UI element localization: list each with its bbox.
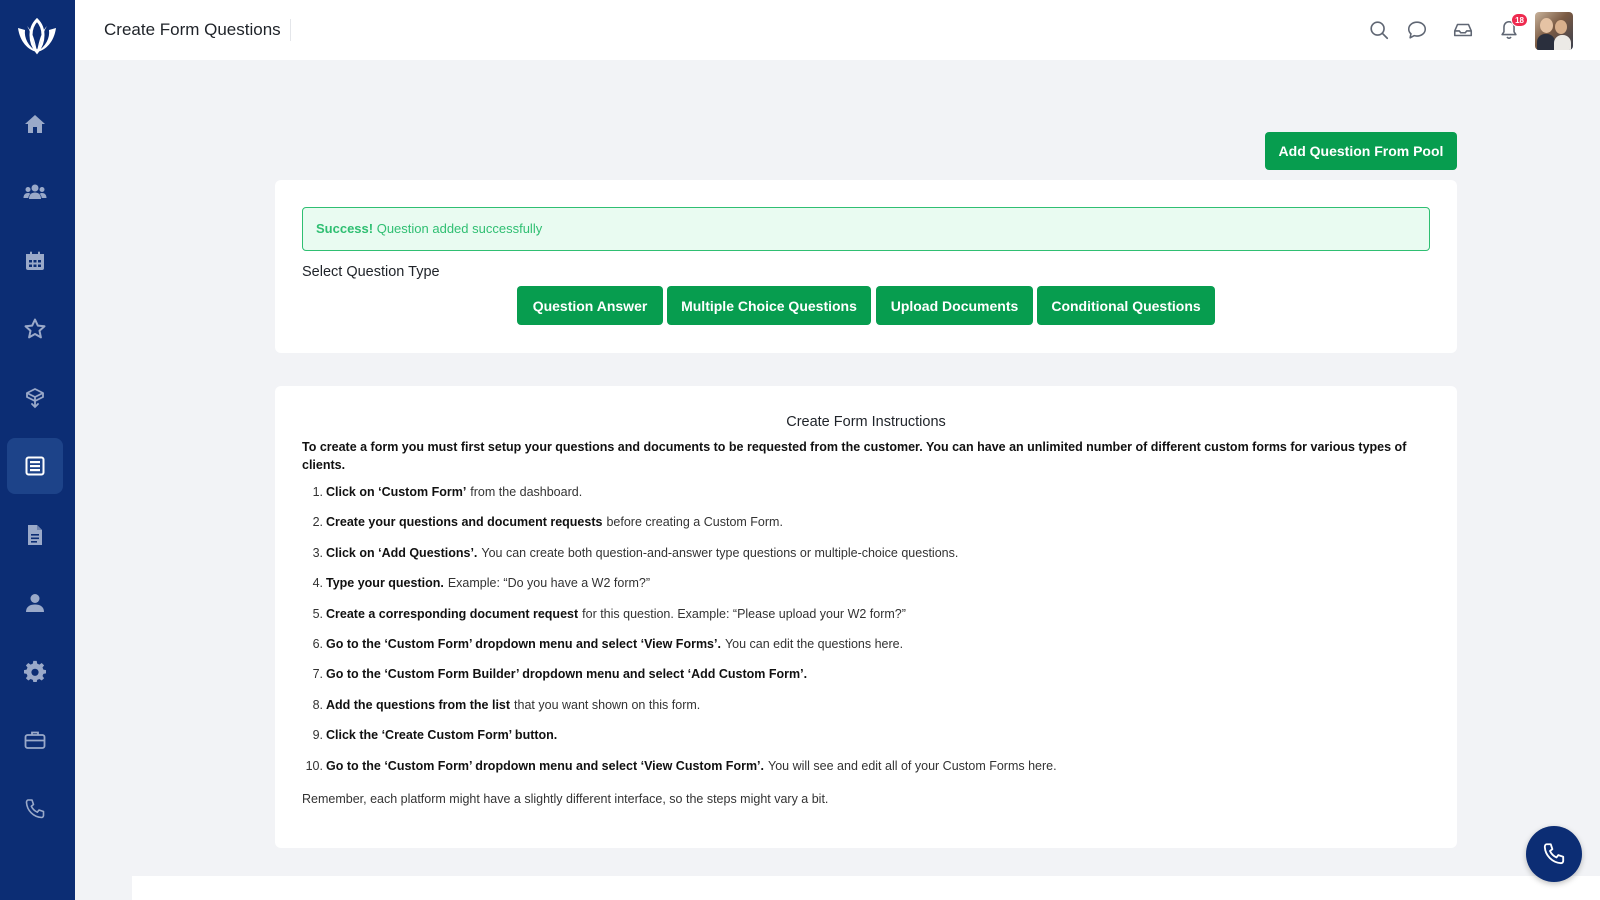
instructions-card: Create Form Instructions To create a for…: [275, 386, 1457, 848]
sidebar-item-calendar[interactable]: [7, 233, 63, 289]
instructions-outro: Remember, each platform might have a sli…: [302, 792, 829, 806]
instruction-step: 4. Type your question. Example: “Do you ha…: [312, 576, 651, 591]
app-logo[interactable]: [14, 16, 60, 58]
briefcase-icon: [24, 731, 46, 749]
search-icon: [1370, 21, 1389, 40]
instruction-step: 1. Click on ‘Custom Form’ from the dashboa…: [312, 485, 583, 499]
box-icon: [26, 388, 44, 409]
star-icon: [24, 318, 46, 339]
instructions-steps: 1. Click on ‘Custom Form’ from the dashboa…: [302, 485, 1430, 789]
chat-icon: [1407, 21, 1427, 39]
page-title: Create Form Questions: [104, 19, 291, 41]
user-icon: [26, 594, 44, 612]
alert-message: Question added successfully: [376, 221, 543, 236]
gear-icon: [24, 660, 46, 683]
sidebar: [0, 0, 75, 900]
question-answer-button[interactable]: Question Answer: [517, 286, 663, 325]
inbox-button[interactable]: [1451, 18, 1475, 42]
sidebar-item-settings[interactable]: [7, 644, 63, 700]
instruction-step: 2. Create your questions and document req…: [312, 515, 783, 530]
sidebar-item-packages[interactable]: [7, 370, 63, 426]
top-header: Create Form Questions 18: [75, 0, 1600, 60]
upload-documents-button[interactable]: Upload Documents: [876, 286, 1033, 325]
question-type-card: Success! Question added successfully Sel…: [275, 180, 1457, 353]
calendar-icon: [26, 251, 44, 270]
alert-title: Success!: [316, 221, 374, 236]
conditional-questions-button[interactable]: Conditional Questions: [1037, 286, 1215, 325]
instruction-step: 7. Go to the ‘Custom Form Builder’ dropdo…: [312, 667, 808, 682]
sidebar-item-profile[interactable]: [7, 575, 63, 631]
sidebar-item-favorites[interactable]: [7, 301, 63, 357]
users-icon: [23, 184, 47, 199]
document-icon: [28, 525, 42, 545]
phone-icon: [25, 799, 45, 819]
inbox-icon: [1453, 23, 1473, 37]
instructions-intro: To create a form you must first setup yo…: [302, 440, 1407, 472]
add-question-from-pool-button[interactable]: Add Question From Pool: [1265, 132, 1457, 170]
instruction-step: 3. Click on ‘Add Questions’. You can creat…: [312, 545, 959, 560]
sidebar-item-portfolio[interactable]: [7, 712, 63, 768]
sidebar-item-documents[interactable]: [7, 507, 63, 563]
home-icon: [25, 115, 45, 133]
sidebar-item-clients[interactable]: [7, 164, 63, 220]
notifications-button[interactable]: 18: [1497, 13, 1528, 42]
search-button[interactable]: [1367, 18, 1391, 42]
footer-panel: [132, 876, 1600, 900]
sidebar-item-forms[interactable]: [7, 438, 63, 494]
call-button[interactable]: [1526, 826, 1582, 882]
instructions-title: Create Form Instructions: [786, 414, 946, 430]
messages-button[interactable]: [1405, 18, 1429, 42]
sidebar-item-calls[interactable]: [7, 781, 63, 837]
instruction-step: 10. Go to the ‘Custom Form’ dropdown menu…: [305, 758, 1057, 773]
notification-count-badge: 18: [1511, 13, 1528, 27]
instruction-step: 8. Add the questions from the list that yo…: [312, 697, 701, 712]
instruction-step: 5. Create a corresponding document reques…: [312, 606, 906, 621]
multiple-choice-button[interactable]: Multiple Choice Questions: [667, 286, 871, 325]
form-icon: [25, 456, 45, 476]
user-avatar[interactable]: [1535, 12, 1573, 50]
success-alert: Success! Question added successfully: [302, 207, 1430, 251]
sidebar-item-home[interactable]: [7, 96, 63, 152]
question-type-label: Select Question Type: [302, 264, 440, 280]
phone-icon: [1543, 843, 1565, 865]
instruction-step: 6. Go to the ‘Custom Form’ dropdown menu …: [312, 636, 904, 651]
instruction-step: 9. Click the ‘Create Custom Form’ button.: [312, 728, 558, 743]
